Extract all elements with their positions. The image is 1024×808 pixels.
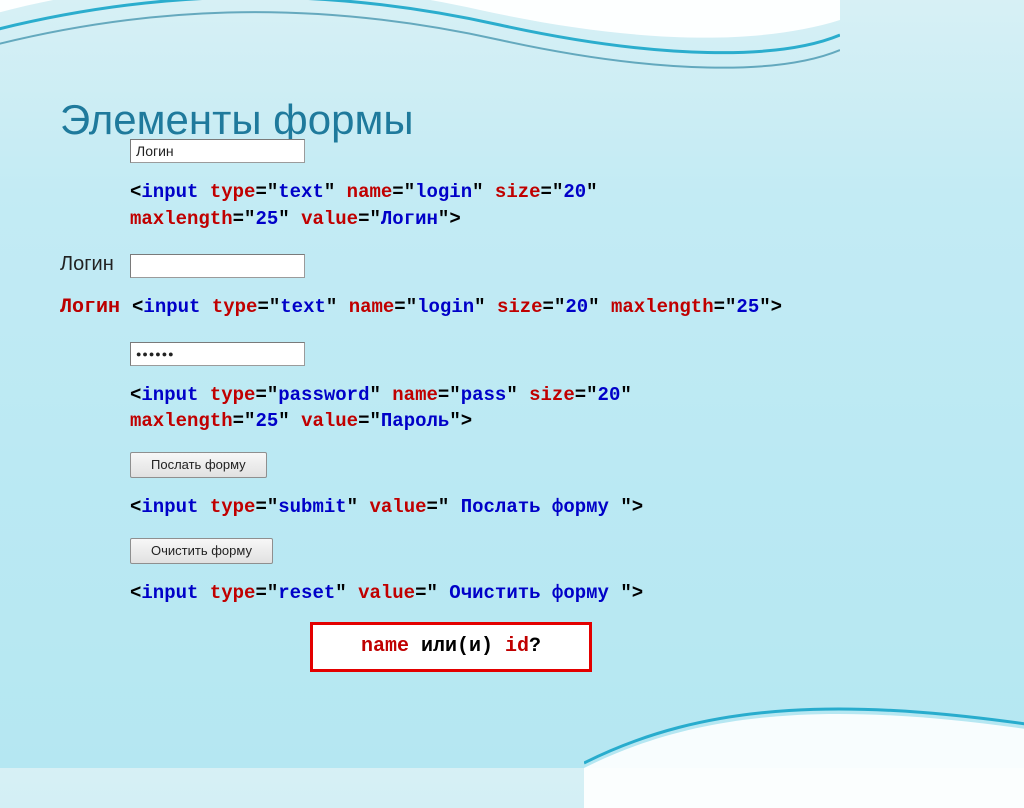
decorative-wave-bottom <box>584 668 1024 808</box>
decorative-wave-top <box>0 0 840 110</box>
reset-button[interactable]: Очистить форму <box>130 538 273 564</box>
example-1-render: Логин <box>60 138 960 163</box>
example-3-render: ●●●●●● <box>60 340 960 365</box>
example-1-code: <input type="text" name="login" size="20… <box>60 179 960 232</box>
slide-content: Логин <input type="text" name="login" si… <box>60 130 960 688</box>
question-box: name или(и) id? <box>310 622 592 672</box>
example-2-code: Логин <input type="text" name="login" si… <box>60 294 960 322</box>
example-2-render: Логин <box>60 250 960 278</box>
password-input[interactable]: ●●●●●● <box>130 342 305 366</box>
example-3-code: <input type="password" name="pass" size=… <box>60 382 960 435</box>
question-row: name или(и) id? <box>60 622 960 672</box>
example-4-render: Послать форму <box>60 451 960 478</box>
login-text-input-empty[interactable] <box>130 254 305 278</box>
example-4-code: <input type="submit" value=" Послать фор… <box>60 494 960 521</box>
example-5-code: <input type="reset" value=" Очистить фор… <box>60 580 960 607</box>
login-text-input[interactable]: Логин <box>130 139 305 163</box>
login-label: Логин <box>60 253 114 275</box>
example-5-render: Очистить форму <box>60 537 960 564</box>
submit-button[interactable]: Послать форму <box>130 452 267 478</box>
